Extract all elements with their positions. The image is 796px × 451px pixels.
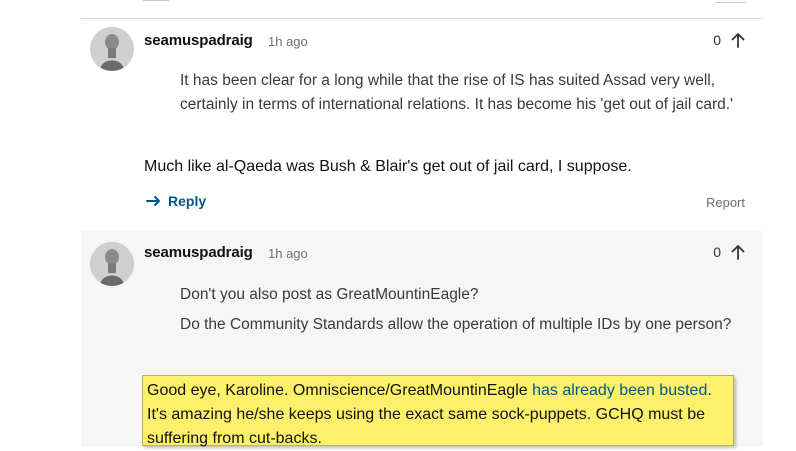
timestamp[interactable]: 1h ago <box>268 246 308 261</box>
recommend-control: 0 <box>713 31 747 49</box>
recommend-control: 0 <box>713 243 747 261</box>
comment-body: Much like al-Qaeda was Bush & Blair's ge… <box>144 158 632 175</box>
recommend-button[interactable] <box>729 31 747 49</box>
previous-comment-fragment-right <box>716 0 746 3</box>
reply-button[interactable]: Reply <box>146 193 206 209</box>
reply-label: Reply <box>168 193 207 209</box>
username[interactable]: seamuspadraig <box>144 32 253 49</box>
comment: seamuspadraig 1h ago 0 Don't you also po… <box>81 231 763 447</box>
arrow-up-icon <box>731 245 745 260</box>
recommend-count: 0 <box>713 244 721 260</box>
recommend-button[interactable] <box>729 243 747 261</box>
arrow-up-icon <box>731 33 745 48</box>
highlighted-comment-body: Good eye, Karoline. Omniscience/GreatMou… <box>142 375 734 447</box>
timestamp[interactable]: 1h ago <box>268 34 308 49</box>
username[interactable]: seamuspadraig <box>144 244 253 261</box>
previous-comment-fragment <box>143 0 169 1</box>
quoted-text-line: Don't you also post as GreatMountinEagle… <box>180 286 479 303</box>
avatar[interactable] <box>90 242 134 286</box>
report-link[interactable]: Report <box>706 195 745 210</box>
comment: seamuspadraig 1h ago 0 It has been clear… <box>81 19 763 231</box>
avatar-portrait-icon <box>90 242 134 286</box>
busted-link[interactable]: has already been busted <box>532 382 707 399</box>
avatar-portrait-icon <box>90 27 134 71</box>
quoted-text-line: Do the Community Standards allow the ope… <box>180 316 732 333</box>
quoted-text: It has been clear for a long while that … <box>180 72 733 113</box>
comment-body-text: Good eye, Karoline. Omniscience/GreatMou… <box>147 382 533 399</box>
recommend-count: 0 <box>713 32 721 48</box>
reply-arrow-icon <box>146 196 160 206</box>
avatar[interactable] <box>90 27 134 71</box>
